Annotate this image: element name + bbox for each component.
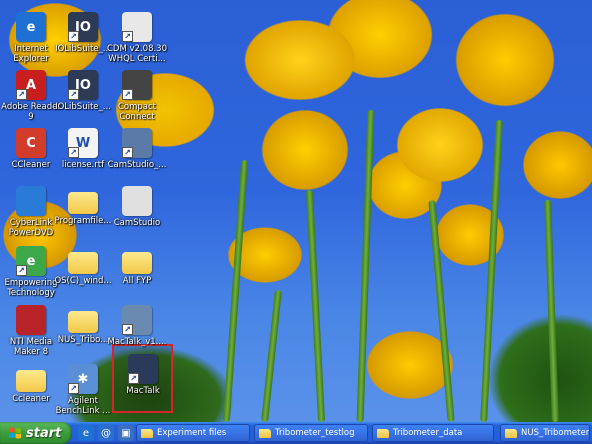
- agilent-icon: ✱ ↗: [68, 364, 98, 394]
- desktop-icon[interactable]: NUS_Tribo...: [52, 305, 114, 345]
- mactalk-installer-icon: ↗: [122, 305, 152, 335]
- shortcut-arrow-icon: ↗: [122, 31, 133, 42]
- task-button[interactable]: NUS_Tribometer3: [500, 424, 590, 442]
- task-button-label: Experiment files: [157, 428, 227, 438]
- task-button[interactable]: Tribometer_data: [372, 424, 494, 442]
- camstudio-icon: [122, 186, 152, 216]
- internet-explorer-icon[interactable]: e: [78, 425, 94, 441]
- desktop-icon[interactable]: IO ↗ IOLibSuite_...: [52, 12, 114, 54]
- shortcut-arrow-icon: ↗: [68, 383, 79, 394]
- nti-media-maker-icon: [16, 305, 46, 335]
- iolib-icon: IO ↗: [68, 70, 98, 100]
- desktop-icon-label: IOLibSuite_...: [55, 44, 111, 54]
- desktop-icon-label: All FYP: [122, 276, 152, 286]
- start-label: start: [26, 425, 62, 441]
- camstudio-icon: ↗: [122, 128, 152, 158]
- start-button[interactable]: start: [0, 422, 72, 444]
- ccleaner-icon: C: [16, 128, 46, 158]
- desktop-icon[interactable]: ↗ CDM v2.08.30 WHQL Certi...: [106, 12, 168, 64]
- desktop-icon[interactable]: Programfile...: [52, 186, 114, 226]
- desktop-icon[interactable]: CamStudio: [106, 186, 168, 228]
- desktop-icon-label: OS(C)_wind...: [54, 276, 112, 286]
- outlook-express-icon[interactable]: @: [98, 425, 114, 441]
- compact-connect-icon: ↗: [122, 70, 152, 100]
- desktop-icon-label: CamStudio: [113, 218, 161, 228]
- folder-icon: [141, 428, 153, 438]
- folder-icon: [259, 428, 271, 438]
- task-button[interactable]: Experiment files: [136, 424, 250, 442]
- folder-icon: [122, 252, 152, 274]
- desktop-icon-label: IOLibSuite_...: [55, 102, 111, 112]
- desktop-icon-label: Programfile...: [54, 216, 112, 226]
- mactalk-icon: ↗: [128, 354, 158, 384]
- folder-icon: [505, 428, 517, 438]
- wallpaper-stem: [428, 200, 455, 422]
- folder-icon: [68, 252, 98, 274]
- quick-launch: e @ ▣: [78, 425, 134, 441]
- task-button[interactable]: Tribometer_testlog: [254, 424, 368, 442]
- desktop-icon[interactable]: ✱ ↗ Agilent BenchLink ...: [52, 364, 114, 416]
- folder-icon: [377, 428, 389, 438]
- task-button-label: NUS_Tribometer3: [521, 428, 589, 438]
- windows-logo-icon: [9, 427, 21, 439]
- desktop-icon-label: NUS_Tribo...: [57, 335, 109, 345]
- desktop-icon[interactable]: ↗ Compact Connect: [106, 70, 168, 122]
- desktop-icon-label: MacTalk_v1....: [107, 337, 167, 347]
- shortcut-arrow-icon: ↗: [16, 265, 27, 276]
- desktop-icon-label: CDM v2.08.30 WHQL Certi...: [107, 44, 167, 64]
- shortcut-arrow-icon: ↗: [68, 147, 79, 158]
- desktop-icon-label: license.rtf: [61, 160, 105, 170]
- desktop-icon[interactable]: All FYP: [106, 246, 168, 286]
- shortcut-arrow-icon: ↗: [16, 89, 27, 100]
- shortcut-arrow-icon: ↗: [68, 31, 79, 42]
- internet-explorer-icon: e: [16, 12, 46, 42]
- desktop-icon[interactable]: OS(C)_wind...: [52, 246, 114, 286]
- document-icon: W ↗: [68, 128, 98, 158]
- show-desktop-icon[interactable]: ▣: [118, 425, 134, 441]
- wallpaper-stem: [222, 160, 249, 422]
- wallpaper-stem: [356, 109, 375, 422]
- desktop-icon[interactable]: ↗ MacTalk: [112, 354, 174, 396]
- shortcut-arrow-icon: ↗: [122, 147, 133, 158]
- wallpaper-stem: [305, 189, 326, 422]
- desktop-icon-label: Agilent BenchLink ...: [55, 396, 111, 416]
- folder-icon: [68, 311, 98, 333]
- shortcut-arrow-icon: ↗: [68, 89, 79, 100]
- empowering-icon: e ↗: [16, 246, 46, 276]
- desktop-icon-label: CamStudio_...: [107, 160, 167, 170]
- desktop-icon[interactable]: ↗ CamStudio_...: [106, 128, 168, 170]
- powerdvd-icon: [16, 186, 46, 216]
- folder-icon: [68, 192, 98, 214]
- desktop-icon[interactable]: ↗ MacTalk_v1....: [106, 305, 168, 347]
- wallpaper-stem: [480, 120, 503, 422]
- task-button-label: Tribometer_testlog: [275, 428, 355, 438]
- desktop-icon[interactable]: W ↗ license.rtf: [52, 128, 114, 170]
- desktop-icon-label: Compact Connect: [117, 102, 157, 122]
- folder-icon: [16, 370, 46, 392]
- shortcut-arrow-icon: ↗: [128, 373, 139, 384]
- desktop-icon[interactable]: IO ↗ IOLibSuite_...: [52, 70, 114, 112]
- wallpaper-stem: [544, 199, 559, 422]
- taskbar: start e @ ▣ Experiment files Tribometer_tes…: [0, 422, 592, 444]
- iolib-icon: IO ↗: [68, 12, 98, 42]
- adobe-reader-icon: A ↗: [16, 70, 46, 100]
- task-button-label: Tribometer_data: [393, 428, 463, 438]
- shortcut-arrow-icon: ↗: [122, 324, 133, 335]
- shortcut-arrow-icon: ↗: [122, 89, 133, 100]
- desktop-icon-label: MacTalk: [126, 386, 160, 396]
- desktop[interactable]: e Internet Explorer IO ↗ IOLibSuite_... ↗ CDM …: [0, 0, 592, 422]
- installer-icon: ↗: [122, 12, 152, 42]
- wallpaper-stem: [261, 289, 282, 422]
